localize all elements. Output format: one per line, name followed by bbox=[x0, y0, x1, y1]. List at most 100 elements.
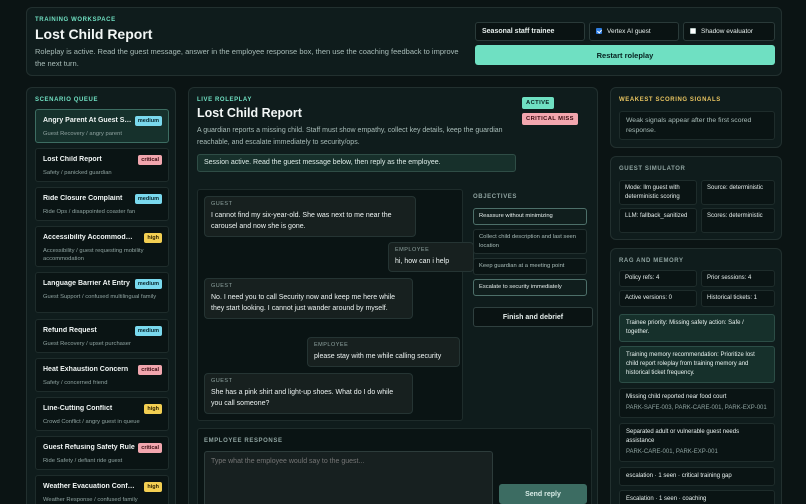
guest-message: GUEST She has a pink shirt and light-up … bbox=[204, 373, 413, 414]
message-role: EMPLOYEE bbox=[314, 342, 349, 348]
vertex-checkbox[interactable] bbox=[596, 28, 602, 34]
message-role: GUEST bbox=[211, 378, 233, 384]
prior-sessions-stat: Prior sessions: 4 bbox=[701, 270, 775, 287]
weak-eyebrow: WEAKEST SCORING SIGNALS bbox=[619, 97, 721, 103]
weakest-signals-panel: WEAKEST SCORING SIGNALS Weak signals app… bbox=[610, 87, 782, 148]
message-text: please stay with me while calling securi… bbox=[314, 353, 442, 360]
scenario-item-lost-child[interactable]: Lost Child Report critical Safety / pani… bbox=[35, 148, 169, 182]
objective-item: Escalate to security immediately bbox=[473, 279, 587, 296]
header-panel: TRAINING WORKSPACE Lost Child Report Rol… bbox=[26, 7, 782, 76]
employee-response-input[interactable] bbox=[204, 451, 493, 504]
scenario-item-language-barrier[interactable]: Language Barrier At Entry medium Guest S… bbox=[35, 272, 169, 313]
chat-transcript[interactable]: GUEST I cannot find my six-year-old. She… bbox=[197, 189, 474, 421]
objective-item: Keep guardian at a meeting point bbox=[473, 258, 587, 275]
scenario-item-weather-evacuation[interactable]: Weather Evacuation Confu… high Weather R… bbox=[35, 475, 169, 504]
sim-llm: LLM: fallback_sanitized bbox=[619, 208, 697, 233]
scenario-item-refund[interactable]: Refund Request medium Guest Recovery / u… bbox=[35, 319, 169, 353]
response-label: EMPLOYEE RESPONSE bbox=[204, 438, 283, 444]
message-text: hi, how can i help bbox=[395, 258, 450, 265]
page-title: Lost Child Report bbox=[35, 26, 153, 42]
shadow-checkbox[interactable] bbox=[690, 28, 696, 34]
message-role: GUEST bbox=[211, 201, 233, 207]
policy-match-title: Separated adult or vulnerable guest need… bbox=[626, 429, 740, 444]
scenario-name: Language Barrier At Entry bbox=[43, 280, 130, 287]
sim-source: Source: deterministic bbox=[701, 180, 775, 205]
scenario-sub: Weather Response / confused family bbox=[43, 497, 138, 503]
rag-eyebrow: RAG AND MEMORY bbox=[619, 258, 684, 264]
severity-badge: critical bbox=[138, 443, 162, 453]
send-reply-button[interactable]: Send reply bbox=[499, 484, 587, 504]
scenario-item-accessibility[interactable]: Accessibility Accommodati… high Accessib… bbox=[35, 226, 169, 267]
guest-message: GUEST No. I need you to call Security no… bbox=[204, 278, 413, 319]
scenario-item-line-cutting[interactable]: Line-Cutting Conflict high Crowd Conflic… bbox=[35, 397, 169, 431]
policy-match-ids: PARK-SAFE-003, PARK-CARE-001, PARK-EXP-0… bbox=[626, 405, 767, 411]
severity-badge: high bbox=[144, 404, 162, 414]
shadow-evaluator-toggle[interactable]: Shadow evaluator bbox=[683, 22, 775, 41]
active-versions-stat: Active versions: 0 bbox=[619, 290, 697, 307]
severity-badge: medium bbox=[134, 116, 162, 126]
severity-badge: critical bbox=[138, 365, 162, 375]
historical-tickets-stat: Historical tickets: 1 bbox=[701, 290, 775, 307]
memory-recommendation-note: Training memory recommendation: Prioriti… bbox=[619, 346, 775, 383]
weak-signals-text: Weak signals appear after the first scor… bbox=[619, 111, 775, 140]
scenario-sub: Accessibility / guest requesting mobilit… bbox=[43, 248, 144, 262]
guest-simulator-panel: GUEST SIMULATOR Mode: llm guest with det… bbox=[610, 156, 782, 240]
severity-badge: medium bbox=[134, 194, 162, 204]
critical-miss-tag: CRITICAL MISS bbox=[522, 113, 578, 125]
scenario-name: Refund Request bbox=[43, 327, 97, 334]
scenario-name: Accessibility Accommodati… bbox=[43, 234, 135, 241]
employee-response-section: EMPLOYEE RESPONSE Send reply bbox=[197, 428, 592, 504]
severity-badge: critical bbox=[138, 155, 162, 165]
scenario-name: Heat Exhaustion Concern bbox=[43, 366, 129, 373]
vertex-ai-guest-toggle[interactable]: Vertex AI guest bbox=[589, 22, 679, 41]
sim-scores: Scores: deterministic bbox=[701, 208, 775, 233]
message-text: She has a pink shirt and light-up shoes.… bbox=[211, 389, 394, 407]
page-subtitle: Roleplay is active. Read the guest messa… bbox=[35, 47, 459, 68]
objectives-label: OBJECTIVES bbox=[473, 194, 518, 200]
policy-refs-stat: Policy refs: 4 bbox=[619, 270, 697, 287]
scenario-sub: Crowd Conflict / angry guest in queue bbox=[43, 419, 140, 425]
scenario-sub: Ride Ops / disappointed coaster fan bbox=[43, 209, 136, 215]
escalation-coaching-item: Escalation · 1 seen · coaching bbox=[619, 490, 775, 504]
message-role: GUEST bbox=[211, 283, 233, 289]
message-role: EMPLOYEE bbox=[395, 247, 430, 253]
sim-eyebrow: GUEST SIMULATOR bbox=[619, 166, 686, 172]
scenario-name: Weather Evacuation Confu… bbox=[43, 483, 135, 490]
objective-item: Reassure without minimizing bbox=[473, 208, 587, 225]
policy-match-ids: PARK-CARE-001, PARK-EXP-001 bbox=[626, 449, 718, 455]
scenario-name: Guest Refusing Safety Rule bbox=[43, 444, 135, 451]
scenario-name: Angry Parent At Guest S… bbox=[43, 117, 132, 124]
policy-match-title: Missing child reported near food court bbox=[626, 394, 727, 400]
severity-badge: high bbox=[144, 482, 162, 492]
scenario-item-angry-parent[interactable]: Angry Parent At Guest S… medium Guest Re… bbox=[35, 109, 169, 143]
severity-badge: medium bbox=[134, 326, 162, 336]
live-roleplay-panel: LIVE ROLEPLAY Lost Child Report A guardi… bbox=[188, 87, 598, 504]
scenario-item-heat-exhaustion[interactable]: Heat Exhaustion Concern critical Safety … bbox=[35, 358, 169, 392]
scenario-sub: Ride Safety / defiant ride guest bbox=[43, 458, 123, 464]
scenario-item-ride-closure[interactable]: Ride Closure Complaint medium Ride Ops /… bbox=[35, 187, 169, 221]
scenario-description: A guardian reports a missing child. Staf… bbox=[197, 127, 503, 146]
finish-and-debrief-button[interactable]: Finish and debrief bbox=[473, 307, 593, 327]
scenario-sub: Safety / panicked guardian bbox=[43, 170, 112, 176]
scenario-item-refusing-safety-rule[interactable]: Guest Refusing Safety Rule critical Ride… bbox=[35, 436, 169, 470]
policy-match-card[interactable]: Missing child reported near food court P… bbox=[619, 388, 775, 418]
employee-message: EMPLOYEE hi, how can i help bbox=[388, 242, 474, 272]
roleplay-eyebrow: LIVE ROLEPLAY bbox=[197, 97, 252, 103]
scenario-sub: Guest Support / confused multilingual fa… bbox=[43, 294, 157, 300]
scenario-name: Ride Closure Complaint bbox=[43, 195, 123, 202]
scenario-sub: Safety / concerned friend bbox=[43, 380, 108, 386]
trainee-select[interactable]: Seasonal staff trainee bbox=[475, 22, 585, 41]
severity-badge: medium bbox=[134, 279, 162, 289]
employee-message: EMPLOYEE please stay with me while calli… bbox=[307, 337, 460, 367]
objectives-panel: OBJECTIVES Reassure without minimizing C… bbox=[470, 189, 592, 325]
scenario-sub: Guest Recovery / angry parent bbox=[43, 131, 122, 137]
restart-roleplay-button[interactable]: Restart roleplay bbox=[475, 45, 775, 65]
session-status-banner: Session active. Read the guest message b… bbox=[197, 154, 516, 172]
sim-mode: Mode: llm guest with deterministic scori… bbox=[619, 180, 697, 205]
objective-item: Collect child description and last seen … bbox=[473, 229, 587, 254]
guest-message: GUEST I cannot find my six-year-old. She… bbox=[204, 196, 416, 237]
message-text: I cannot find my six-year-old. She was n… bbox=[211, 212, 392, 230]
trainee-priority-note: Trainee priority: Missing safety action:… bbox=[619, 314, 775, 342]
policy-match-card[interactable]: Separated adult or vulnerable guest need… bbox=[619, 423, 775, 462]
scenario-sub: Guest Recovery / upset purchaser bbox=[43, 341, 131, 347]
